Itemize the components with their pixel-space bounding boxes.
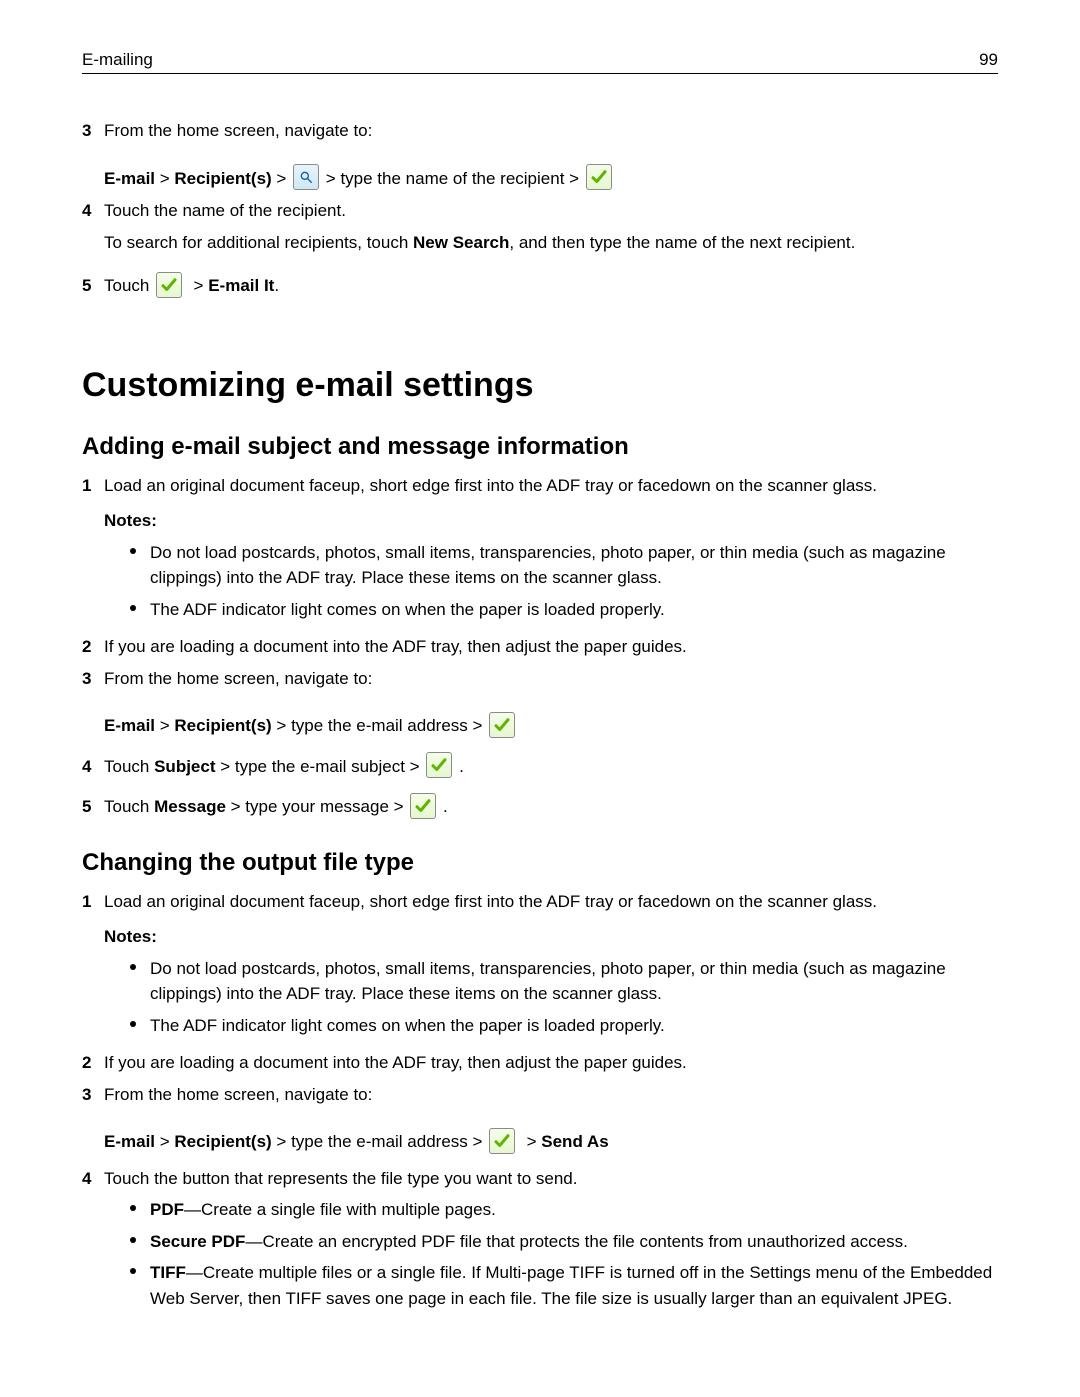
prior-steps-list: 3 From the home screen, navigate to: [82, 118, 998, 144]
search-icon [293, 164, 319, 190]
nav-email: E-mail [104, 169, 155, 188]
step-text: From the home screen, navigate to: [104, 1085, 372, 1104]
step-number: 4 [82, 1166, 104, 1192]
note-item: Do not load postcards, photos, small ite… [130, 956, 998, 1007]
check-icon [156, 272, 182, 298]
heading-adding-subject: Adding e‑mail subject and message inform… [82, 433, 998, 461]
file-type-pdf: PDF—Create a single file with multiple p… [130, 1197, 998, 1223]
sectionA-step3-nav: E‑mail > Recipient(s) > type the e‑mail … [104, 713, 998, 740]
check-icon [426, 752, 452, 778]
step-number: 4 [82, 198, 104, 224]
nav-type-address: type the e‑mail address [291, 716, 468, 735]
check-icon [489, 1128, 515, 1154]
step-number: 1 [82, 889, 104, 915]
nav-email: E‑mail [104, 716, 155, 735]
heading-customizing: Customizing e‑mail settings [82, 366, 998, 405]
sectionA-step-1: 1 Load an original document faceup, shor… [82, 473, 998, 629]
step-number: 5 [82, 273, 104, 299]
sectionA-steps: 1 Load an original document faceup, shor… [82, 473, 998, 692]
step-number: 3 [82, 1082, 104, 1108]
heading-changing-output: Changing the output file type [82, 849, 998, 877]
nav-type-address: type the e‑mail address [291, 1132, 468, 1151]
sectionB-step-3: 3 From the home screen, navigate to: [82, 1082, 998, 1108]
header-title: E-mailing [82, 50, 153, 70]
header-page-number: 99 [979, 50, 998, 70]
prior-step-3: 3 From the home screen, navigate to: [82, 118, 998, 144]
nav-type-recipient: type the name of the recipient [340, 169, 564, 188]
sectionA-steps-cont: 4 Touch Subject > type the e‑mail subjec… [82, 754, 998, 821]
step-number: 1 [82, 473, 104, 499]
prior-step-4: 4 Touch the name of the recipient. To se… [82, 198, 998, 255]
step-number: 2 [82, 634, 104, 660]
sectionB-steps-cont: 4 Touch the button that represents the f… [82, 1166, 998, 1318]
sectionB-step-2: 2 If you are loading a document into the… [82, 1050, 998, 1076]
step-text: From the home screen, navigate to: [104, 669, 372, 688]
nav-recipients: Recipient(s) [174, 1132, 271, 1151]
sectionA-step-2: 2 If you are loading a document into the… [82, 634, 998, 660]
file-type-tiff: TIFF—Create multiple files or a single f… [130, 1260, 998, 1311]
step-text: If you are loading a document into the A… [104, 1053, 687, 1072]
step-text: Touch the button that represents the fil… [104, 1169, 577, 1188]
step-text: From the home screen, navigate to: [104, 121, 372, 140]
sectionA-step-3: 3 From the home screen, navigate to: [82, 666, 998, 692]
file-type-list: PDF—Create a single file with multiple p… [130, 1197, 998, 1311]
nav-send-as: Send As [541, 1132, 608, 1151]
sectionB-step-4: 4 Touch the button that represents the f… [82, 1166, 998, 1318]
check-icon [489, 712, 515, 738]
page-header: E-mailing 99 [82, 50, 998, 74]
note-item: The ADF indicator light comes on when th… [130, 597, 998, 623]
step-text: If you are loading a document into the A… [104, 637, 687, 656]
notes-list: Do not load postcards, photos, small ite… [130, 540, 998, 623]
step-number: 3 [82, 666, 104, 692]
nav-recipients: Recipient(s) [174, 716, 271, 735]
step-number: 3 [82, 118, 104, 144]
page: E-mailing 99 3 From the home screen, nav… [0, 0, 1080, 1383]
email-it-label: E‑mail It [208, 276, 274, 295]
note-item: The ADF indicator light comes on when th… [130, 1013, 998, 1039]
nav-email: E‑mail [104, 1132, 155, 1151]
step-number: 5 [82, 794, 104, 820]
step-text-a: Touch [104, 276, 154, 295]
sectionA-step-4: 4 Touch Subject > type the e‑mail subjec… [82, 754, 998, 781]
notes-label: Notes: [104, 924, 998, 950]
sectionA-step-5: 5 Touch Message > type your message > . [82, 794, 998, 821]
prior-step3-nav: E-mail > Recipient(s) > > type the name … [104, 166, 998, 193]
note-item: Do not load postcards, photos, small ite… [130, 540, 998, 591]
nav-recipients: Recipient(s) [174, 169, 271, 188]
step-number: 4 [82, 754, 104, 780]
notes-list: Do not load postcards, photos, small ite… [130, 956, 998, 1039]
step-text-2: To search for additional recipients, tou… [104, 230, 998, 256]
step-text: Load an original document faceup, short … [104, 892, 877, 911]
file-type-secure-pdf: Secure PDF—Create an encrypted PDF file … [130, 1229, 998, 1255]
step-text: Load an original document faceup, short … [104, 476, 877, 495]
check-icon [410, 793, 436, 819]
prior-step-5: 5 Touch > E‑mail It. [82, 273, 998, 300]
check-icon [586, 164, 612, 190]
sectionB-step-1: 1 Load an original document faceup, shor… [82, 889, 998, 1045]
sectionB-step3-nav: E‑mail > Recipient(s) > type the e‑mail … [104, 1129, 998, 1156]
sectionB-steps: 1 Load an original document faceup, shor… [82, 889, 998, 1108]
prior-steps-list-cont: 4 Touch the name of the recipient. To se… [82, 198, 998, 300]
step-number: 2 [82, 1050, 104, 1076]
step-text: Touch the name of the recipient. [104, 198, 998, 224]
notes-label: Notes: [104, 508, 998, 534]
